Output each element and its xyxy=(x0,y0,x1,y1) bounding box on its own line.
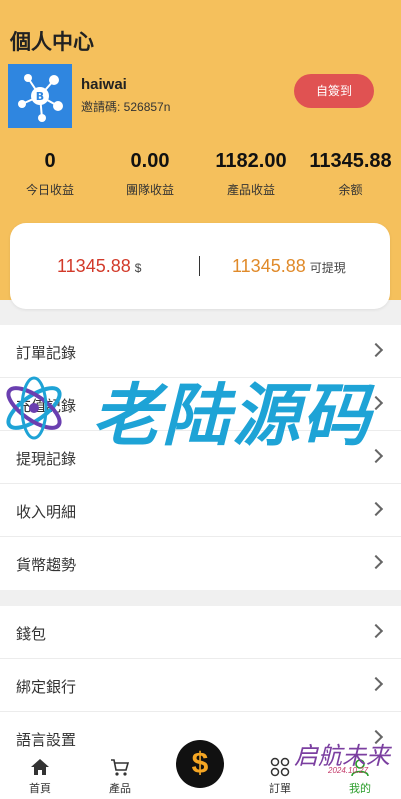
invite-code: 邀請碼: 526857n xyxy=(81,100,171,114)
chevron-right-icon xyxy=(368,342,384,358)
chevron-right-icon xyxy=(368,501,384,517)
tab-label: 首頁 xyxy=(29,783,51,795)
sign-in-button[interactable]: 自簽到 xyxy=(294,74,374,108)
tab-home[interactable]: 首頁 xyxy=(10,756,70,796)
withdrawable-label: 可提現 xyxy=(309,261,346,275)
balance-total: 11345.88 $ xyxy=(57,256,141,277)
menu-item-recharge[interactable]: 充值記錄 xyxy=(0,378,401,431)
menu-item-currency-trend[interactable]: 貨幣趨勢 xyxy=(0,537,401,590)
balance-withdrawable: 11345.88 可提現 xyxy=(232,256,346,277)
menu-item-label: 提現記錄 xyxy=(16,451,77,468)
menu-group-records: 訂單記錄 充值記錄 提現記錄 收入明細 貨幣趨勢 xyxy=(0,325,401,590)
balance-total-value: 11345.88 xyxy=(57,256,131,276)
menu-item-label: 貨幣趨勢 xyxy=(16,557,77,574)
balance-card: 11345.88 $ 11345.88 可提現 xyxy=(10,223,390,309)
stat-label: 產品收益 xyxy=(226,183,275,197)
balance-withdrawable-value: 11345.88 xyxy=(232,256,306,276)
stat-value: 0 xyxy=(44,150,56,172)
stat-value: 11345.88 xyxy=(309,150,392,172)
stat-label: 余额 xyxy=(338,183,363,197)
stat-product-income: 1182.00 產品收益 xyxy=(206,150,296,198)
signature-date: 2024.10.27 xyxy=(328,766,369,775)
chevron-right-icon xyxy=(368,554,384,570)
chevron-right-icon xyxy=(368,676,384,692)
stat-label: 今日收益 xyxy=(25,183,74,197)
menu-item-label: 收入明細 xyxy=(16,504,77,521)
network-bitcoin-icon: B xyxy=(18,74,63,122)
menu-item-income[interactable]: 收入明細 xyxy=(0,484,401,537)
menu-item-label: 錢包 xyxy=(16,626,47,643)
currency-symbol: $ xyxy=(134,261,142,275)
username: haiwai xyxy=(81,76,127,93)
stat-label: 團隊收益 xyxy=(125,183,174,197)
tab-products[interactable]: 產品 xyxy=(90,756,150,796)
menu-item-label: 充值記錄 xyxy=(16,398,77,415)
menu-item-label: 語言設置 xyxy=(16,732,77,749)
menu-item-bind-bank[interactable]: 綁定銀行 xyxy=(0,659,401,712)
tab-label: 我的 xyxy=(349,783,371,795)
chevron-right-icon xyxy=(368,448,384,464)
menu-item-label: 訂單記錄 xyxy=(16,345,77,362)
stat-value: 0.00 xyxy=(130,150,170,172)
page-title: 個人中心 xyxy=(10,31,94,54)
divider xyxy=(199,256,200,276)
tab-label: 訂單 xyxy=(269,783,291,795)
chevron-right-icon xyxy=(368,623,384,639)
menu-item-label: 綁定銀行 xyxy=(16,679,77,696)
chevron-right-icon xyxy=(368,395,384,411)
menu-item-orders[interactable]: 訂單記錄 xyxy=(0,325,401,378)
avatar[interactable]: B xyxy=(8,64,72,128)
svg-text:B: B xyxy=(36,90,44,103)
center-dollar-button[interactable]: $ xyxy=(176,740,224,788)
stat-value: 1182.00 xyxy=(215,150,287,172)
stat-team-income: 0.00 團隊收益 xyxy=(110,150,190,198)
stat-today-income: 0 今日收益 xyxy=(20,150,80,198)
grid-icon xyxy=(270,757,290,777)
home-icon xyxy=(31,759,49,775)
tab-label: 產品 xyxy=(109,783,131,795)
stat-balance: 11345.88 余额 xyxy=(300,150,401,198)
menu-item-withdraw[interactable]: 提現記錄 xyxy=(0,431,401,484)
menu-item-wallet[interactable]: 錢包 xyxy=(0,606,401,659)
cart-icon xyxy=(111,759,130,776)
